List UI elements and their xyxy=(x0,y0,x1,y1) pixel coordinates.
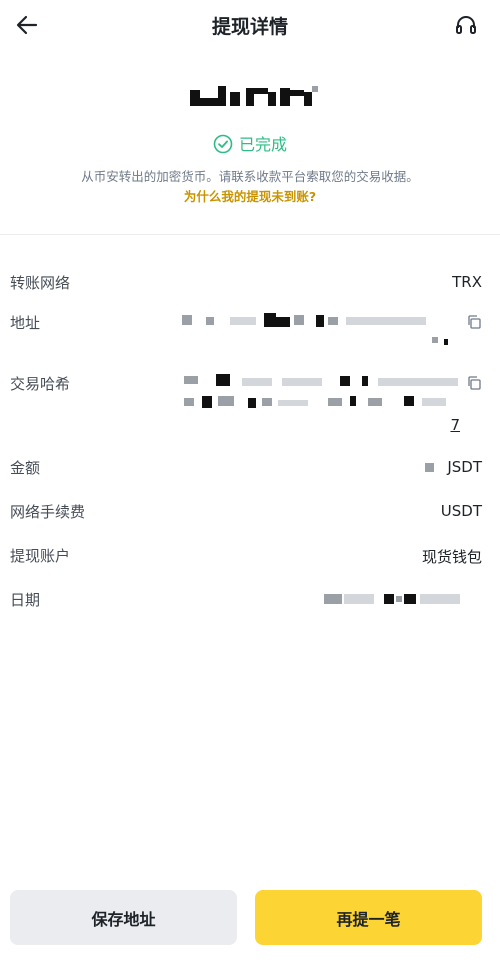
account-label: 提现账户 xyxy=(10,547,71,565)
status-text: 已完成 xyxy=(238,135,287,154)
save-address-button[interactable]: 保存地址 xyxy=(10,890,237,945)
why-not-received-link[interactable]: 为什么我的提现未到账? xyxy=(0,186,500,205)
copy-tx-hash-icon[interactable] xyxy=(466,375,482,391)
account-value: 现货钱包 xyxy=(421,548,482,566)
network-label: 转账网络 xyxy=(10,274,71,292)
masked-tx-hash xyxy=(182,374,462,410)
masked-date xyxy=(324,592,464,606)
header-bar: 提现详情 xyxy=(0,0,500,52)
fee-label: 网络手续费 xyxy=(10,503,86,521)
fee-value: USDT xyxy=(440,502,482,520)
divider xyxy=(0,234,500,235)
page-title: 提现详情 xyxy=(211,16,288,38)
masked-amount xyxy=(190,86,320,108)
network-value: TRX xyxy=(452,273,482,291)
tx-hash-label: 交易哈希 xyxy=(10,375,71,393)
address-label: 地址 xyxy=(10,314,41,332)
copy-address-icon[interactable] xyxy=(466,314,482,330)
masked-address xyxy=(180,313,458,353)
tx-hash-value[interactable]: 7 xyxy=(450,416,460,434)
check-circle-icon xyxy=(213,134,233,154)
withdraw-again-button[interactable]: 再提一笔 xyxy=(255,890,482,945)
amount-label: 金额 xyxy=(10,459,41,477)
amount-value: JSDT xyxy=(447,458,482,476)
headset-icon[interactable] xyxy=(454,13,478,37)
date-label: 日期 xyxy=(10,591,41,609)
masked-amount-number xyxy=(425,463,434,472)
status-badge: 已完成 xyxy=(0,131,500,155)
description-text: 从币安转出的加密货币。请联系收款平台索取您的交易收据。 xyxy=(81,169,419,184)
